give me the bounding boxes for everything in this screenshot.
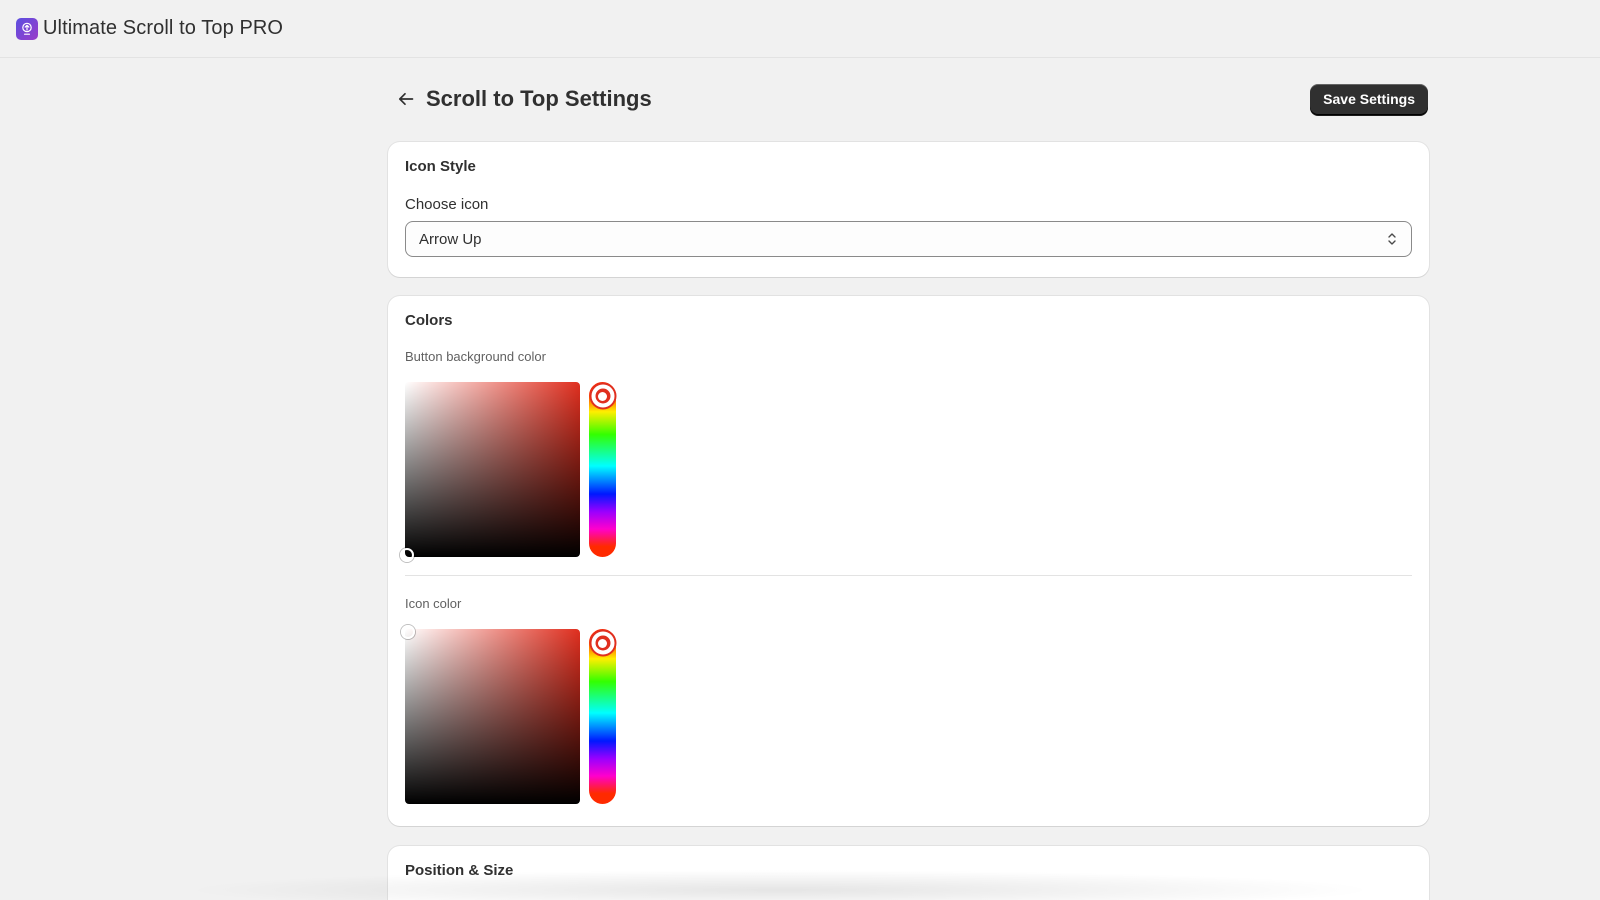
arrow-left-icon	[398, 92, 414, 106]
colors-divider	[405, 575, 1412, 576]
icon-color-hue-handle[interactable]	[591, 631, 614, 655]
icon-color-saturation-brightness-area[interactable]	[401, 625, 580, 804]
header-left: Scroll to Top Settings	[388, 85, 652, 113]
position-size-title: Position & Size	[405, 862, 514, 879]
top-bar: Ultimate Scroll to Top PRO	[0, 0, 1600, 58]
choose-icon-select[interactable]: Arrow Up	[405, 221, 1412, 257]
colors-card: Colors Button background color Icon colo…	[388, 296, 1429, 826]
scroll-top-app-icon	[22, 22, 32, 35]
page-header: Scroll to Top Settings Save Settings	[388, 78, 1429, 120]
position-size-card: Position & Size	[388, 846, 1429, 900]
choose-icon-label: Choose icon	[405, 196, 489, 213]
colors-title: Colors	[405, 312, 453, 329]
button-bg-color-label: Button background color	[405, 349, 546, 364]
page-title: Scroll to Top Settings	[426, 86, 652, 111]
back-button[interactable]	[392, 85, 420, 113]
icon-color-hue-slider[interactable]	[589, 629, 616, 804]
button-bg-color-handle[interactable]	[400, 548, 414, 562]
icon-color-handle[interactable]	[401, 625, 415, 639]
button-bg-hue-handle[interactable]	[591, 384, 614, 408]
icon-color-picker	[401, 625, 1412, 804]
app-icon	[16, 17, 38, 40]
icon-style-title: Icon Style	[405, 158, 476, 175]
select-chevron-icon	[1388, 233, 1396, 245]
button-bg-hue-slider[interactable]	[589, 382, 616, 557]
button-bg-color-picker	[400, 382, 1412, 562]
icon-style-card: Icon Style Choose icon Arrow Up	[388, 142, 1429, 277]
app-title: Ultimate Scroll to Top PRO	[43, 17, 284, 39]
header-row: Scroll to Top Settings Save Settings	[388, 78, 1429, 120]
button-bg-saturation-brightness-area[interactable]	[400, 382, 580, 562]
save-settings-button[interactable]: Save Settings	[1310, 83, 1428, 115]
icon-color-label: Icon color	[405, 596, 462, 611]
choose-icon-value: Arrow Up	[419, 230, 482, 248]
